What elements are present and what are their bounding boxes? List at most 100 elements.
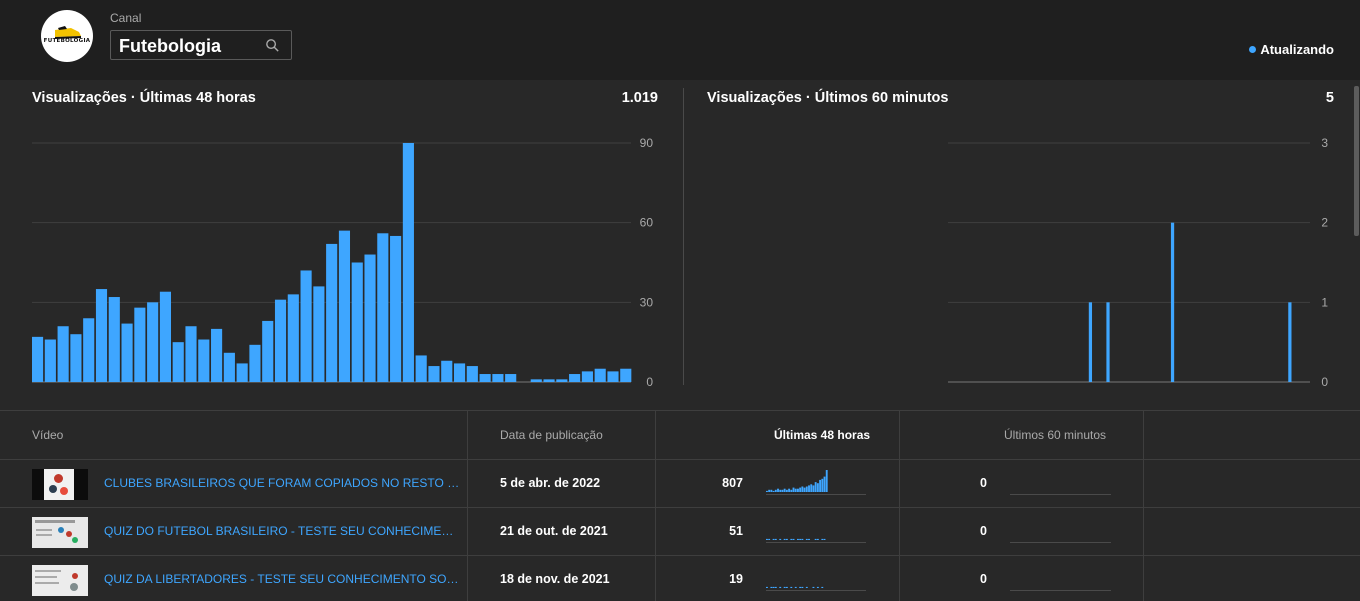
sparkline-bar [770, 489, 773, 492]
y-tick-label: 0 [646, 375, 653, 389]
chart-bar [223, 352, 235, 382]
y-tick-label: 3 [1321, 136, 1328, 150]
chart-bar [466, 366, 478, 382]
chart-bar [479, 374, 491, 382]
chart-60m-title: Visualizações · Últimos 60 minutos [707, 90, 949, 106]
video-thumbnail[interactable] [32, 565, 88, 596]
sparkline-bar [783, 538, 786, 540]
sparkline-bar [792, 487, 795, 492]
sparkline-bar [823, 476, 826, 492]
chart-bar [108, 297, 120, 382]
chart-bar [198, 339, 210, 382]
chart-bar [159, 291, 171, 382]
header-last-60-minutes[interactable]: Últimos 60 minutos [1004, 411, 1106, 459]
sparkline-bar [797, 538, 799, 540]
chart-bar [313, 286, 325, 382]
chart-bar [236, 363, 248, 382]
chart-bar [1106, 302, 1110, 382]
sparkline-bar [825, 470, 828, 492]
header-publish-date[interactable]: Data de publicação [500, 411, 603, 459]
sparkline-bar [781, 489, 784, 492]
sparkline-bar [772, 586, 775, 588]
video-title[interactable]: QUIZ DA LIBERTADORES - TESTE SEU CONHECI… [104, 572, 460, 586]
chart-bar [390, 235, 402, 382]
sparkline-bar [808, 485, 810, 492]
sparkline-60m [1010, 542, 1111, 543]
views-48h: 19 [729, 572, 743, 586]
chart-bar [249, 344, 261, 382]
video-title[interactable]: CLUBES BRASILEIROS QUE FORAM COPIADOS NO… [104, 476, 460, 490]
y-tick-label: 30 [640, 295, 654, 309]
chart-bar [300, 270, 312, 382]
sparkline-bar [816, 483, 819, 492]
sparkline-bar [794, 488, 797, 492]
sparkline-bar [814, 538, 817, 540]
chart-bar [147, 302, 159, 382]
chart-bar [530, 379, 542, 382]
chart-bar [287, 294, 299, 382]
sparkline-bar [801, 586, 804, 588]
sparkline-bar [772, 490, 775, 492]
chart-bar [121, 323, 133, 382]
chart-bar [1170, 222, 1175, 382]
table-row[interactable]: QUIZ DO FUTEBOL BRASILEIRO - TESTE SEU C… [0, 507, 1360, 555]
views-48h: 51 [729, 524, 743, 538]
sparkline-bar [788, 488, 791, 492]
sparkline-bar [785, 489, 788, 492]
y-tick-label: 60 [640, 216, 654, 230]
sparkline-bar [805, 586, 808, 588]
y-tick-label: 90 [640, 136, 654, 150]
chart-bar [453, 363, 466, 382]
header-last-48-hours[interactable]: Últimas 48 horas [774, 411, 870, 459]
chart-bar [607, 371, 619, 382]
sparkline-bar [821, 586, 824, 588]
video-thumbnail[interactable] [32, 517, 88, 548]
page-scrollbar[interactable] [1354, 86, 1359, 236]
chart-bar [1288, 302, 1292, 382]
sparkline-bar [779, 489, 782, 492]
chart-bar [505, 374, 517, 382]
sparkline-bar [805, 486, 808, 492]
y-tick-label: 2 [1321, 216, 1328, 230]
chart-bar [95, 289, 108, 382]
header-video: Vídeo [32, 428, 64, 442]
sparkline-bar [808, 538, 810, 540]
sparkline-bar [774, 489, 777, 492]
chart-bar [1088, 302, 1093, 382]
sparkline-bar [799, 487, 802, 492]
table-row[interactable]: QUIZ DA LIBERTADORES - TESTE SEU CONHECI… [0, 555, 1360, 601]
sparkline-bar [783, 488, 786, 492]
table-row[interactable]: CLUBES BRASILEIROS QUE FORAM COPIADOS NO… [0, 459, 1360, 507]
sparkline-bar [790, 489, 793, 492]
sparkline-bar [779, 586, 782, 588]
chart-bar [326, 243, 338, 382]
sparkline-48h [766, 586, 866, 591]
sparkline-bar [790, 538, 793, 540]
chart-bar [543, 379, 555, 382]
sparkline-bar [797, 488, 799, 492]
video-thumbnail[interactable] [32, 469, 88, 500]
chart-bar [581, 371, 593, 382]
sparkline-bar [777, 488, 779, 492]
chart-bar [57, 326, 69, 382]
chart-bar [338, 230, 351, 382]
sparkline-bar [801, 486, 804, 492]
sparkline-bar [805, 538, 808, 540]
video-title[interactable]: QUIZ DO FUTEBOL BRASILEIRO - TESTE SEU C… [104, 524, 460, 538]
status-text: Atualizando [1260, 42, 1334, 57]
publish-date: 18 de nov. de 2021 [500, 572, 610, 586]
sparkline-bar [819, 479, 822, 492]
chart-bar [262, 320, 274, 382]
chart-bar [556, 379, 568, 382]
views-60m: 0 [980, 476, 987, 490]
sparkline-bar [770, 586, 773, 588]
chart-bar [364, 254, 376, 382]
chart-bar [351, 262, 363, 382]
sparkline-bar [812, 586, 815, 588]
sparkline-bar [799, 538, 802, 540]
chart-bar [211, 328, 223, 382]
status-dot-icon [1249, 46, 1257, 53]
chart-bar [172, 342, 184, 382]
sparkline-bar [772, 538, 775, 540]
sparkline-bar [821, 538, 824, 540]
